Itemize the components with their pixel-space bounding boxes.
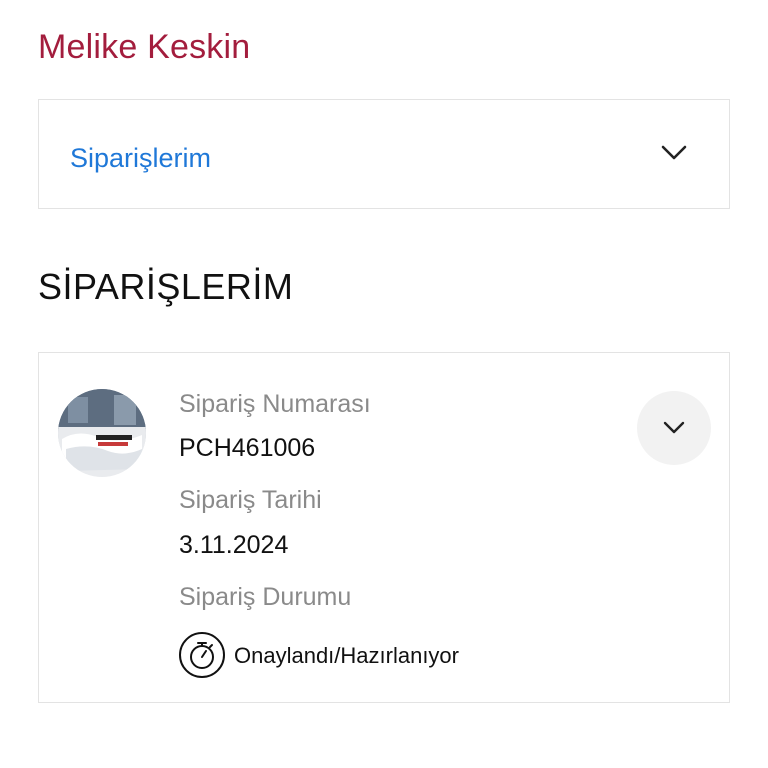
order-number-value: PCH461006	[179, 434, 316, 462]
order-expand-button[interactable]	[637, 391, 711, 465]
order-number-label: Sipariş Numarası	[179, 390, 371, 418]
order-status-label: Sipariş Durumu	[179, 583, 352, 611]
chevron-down-icon	[659, 141, 689, 163]
order-card: Sipariş Numarası PCH461006 Sipariş Tarih…	[38, 352, 730, 703]
order-date-label: Sipariş Tarihi	[179, 486, 322, 514]
product-thumbnail[interactable]	[58, 389, 146, 477]
stopwatch-icon	[178, 631, 226, 679]
order-status-value: Onaylandı/Hazırlanıyor	[234, 643, 459, 668]
orders-accordion[interactable]: Siparişlerim	[38, 99, 730, 209]
user-name: Melike Keskin	[38, 28, 251, 66]
page: Melike Keskin Siparişlerim SİPARİŞLERİM …	[0, 0, 768, 768]
accordion-label: Siparişlerim	[70, 143, 212, 173]
chevron-down-icon	[663, 421, 685, 434]
order-date-value: 3.11.2024	[179, 531, 289, 559]
section-title: SİPARİŞLERİM	[38, 266, 294, 307]
